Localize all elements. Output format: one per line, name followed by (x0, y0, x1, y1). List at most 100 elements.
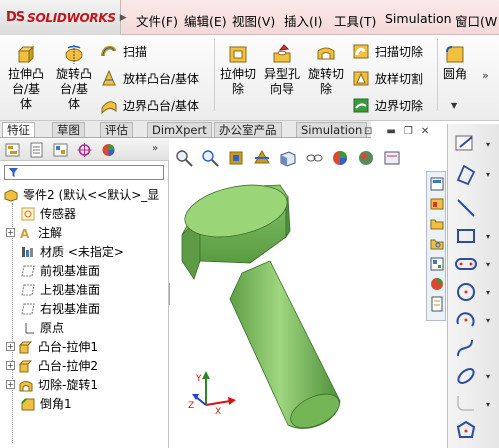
search-folder-icon[interactable] (429, 236, 445, 252)
edit-appearance-icon[interactable] (330, 148, 350, 168)
tree-root-part[interactable]: 零件2 (默认<<默认>_显 (3, 185, 159, 204)
file-explorer-icon[interactable] (429, 216, 445, 232)
tab-dimxpert[interactable]: DimXpert (147, 122, 212, 137)
tab-sketch[interactable]: 草图 (52, 122, 85, 137)
ribbon-separator (214, 39, 215, 111)
circle-icon[interactable] (452, 280, 482, 304)
tree-item-boss-extrude2[interactable]: + 凸台-拉伸2 (6, 356, 98, 375)
property-manager-icon[interactable] (28, 142, 45, 158)
menu-insert[interactable]: 插入(I) (284, 11, 322, 30)
tree-item-label: 倒角1 (40, 397, 72, 411)
sweep-cut-icon (353, 44, 369, 59)
boundary-cut-icon (353, 98, 369, 113)
fillet-dropdown-icon[interactable]: ▼ (451, 101, 457, 110)
hole-wizard-icon (273, 44, 291, 63)
appearances-icon[interactable] (429, 276, 445, 292)
ellipse-icon[interactable] (452, 364, 482, 388)
arc-dropdown-icon[interactable]: ▾ (486, 316, 490, 325)
dimension-dropdown-icon[interactable]: ▾ (486, 170, 490, 179)
line-icon[interactable] (452, 196, 482, 220)
view-palette-icon[interactable] (429, 256, 445, 272)
solidworks-logo[interactable]: DS SOLIDWORKS ▶ (0, 0, 127, 35)
tree-item-annotations[interactable]: + A 注解 (6, 223, 62, 242)
feature-tree-icon[interactable] (4, 142, 21, 158)
doc-restore-small-icon[interactable]: ⊡ (364, 126, 372, 137)
previous-view-icon[interactable] (226, 148, 246, 168)
display-manager-icon[interactable] (100, 142, 117, 158)
slot-dropdown-icon[interactable]: ▾ (486, 260, 490, 269)
polygon-icon[interactable] (452, 418, 482, 442)
sweep-label: 扫描 (123, 44, 148, 59)
tree-item-chamfer1[interactable]: 倒角1 (20, 394, 72, 413)
revolve-cut-button[interactable]: 旋转切除 (306, 43, 346, 97)
tree-filter-input[interactable] (4, 165, 164, 180)
display-style-icon[interactable] (304, 148, 324, 168)
menu-window[interactable]: 窗口(W (455, 11, 497, 30)
document-window-controls: ⊡ ▬ ❐ ✕ (364, 124, 444, 138)
configuration-manager-icon[interactable] (52, 142, 69, 158)
app-name: SOLIDWORKS (27, 10, 116, 25)
expand-plus-icon[interactable]: + (6, 361, 15, 370)
ellipse-dropdown-icon[interactable]: ▾ (486, 372, 490, 381)
tree-item-boss-extrude1[interactable]: + 凸台-拉伸1 (6, 337, 98, 356)
menu-file[interactable]: 文件(F) (136, 11, 178, 30)
revolve-boss-button[interactable]: 旋转凸台/基体 (54, 43, 94, 112)
view-settings-icon[interactable] (382, 148, 402, 168)
loft-boss-button[interactable]: 放样凸台/基体 (100, 69, 199, 87)
extrude-boss-button[interactable]: 拉伸凸台/基体 (6, 43, 46, 112)
expand-plus-icon[interactable]: + (6, 228, 15, 237)
sketch-icon[interactable] (452, 132, 482, 156)
spline-icon[interactable] (452, 336, 482, 360)
doc-minimize-icon[interactable]: ▬ (386, 126, 395, 137)
tree-item-label: 凸台-拉伸2 (38, 359, 98, 373)
tree-item-cut-revolve1[interactable]: + 切除-旋转1 (6, 375, 98, 394)
menu-simulation[interactable]: Simulation (385, 11, 452, 26)
view-orientation-icon[interactable] (278, 148, 298, 168)
custom-properties-icon[interactable] (429, 296, 445, 312)
boundary-boss-button[interactable]: 边界凸台/基体 (100, 96, 199, 114)
rectangle-dropdown-icon[interactable]: ▾ (486, 232, 490, 241)
boundary-cut-button[interactable]: 边界切除 (352, 96, 423, 114)
rectangle-icon[interactable] (452, 224, 482, 248)
panel-expand-icon[interactable]: » (152, 143, 158, 154)
extrude-cut-button[interactable]: 拉伸切除 (218, 43, 258, 97)
tree-item-sensors[interactable]: 传感器 (20, 204, 76, 223)
arc-icon[interactable] (452, 308, 482, 332)
sweep-button[interactable]: 扫描 (100, 42, 147, 60)
tree-item-origin[interactable]: 原点 (20, 318, 64, 337)
sketch-fillet-dropdown-icon[interactable]: ▾ (486, 400, 490, 409)
sweep-cut-button[interactable]: 扫描切除 (352, 42, 423, 60)
zoom-to-area-icon[interactable] (200, 148, 220, 168)
menu-tools[interactable]: 工具(T) (334, 11, 376, 30)
doc-restore-icon[interactable]: ❐ (404, 126, 413, 137)
graphics-area[interactable]: Y X Z (170, 139, 426, 448)
design-library-icon[interactable] (429, 196, 445, 212)
expand-plus-icon[interactable]: + (6, 380, 15, 389)
expand-plus-icon[interactable]: + (6, 342, 15, 351)
tree-item-front-plane[interactable]: 前视基准面 (20, 261, 100, 280)
tab-features[interactable]: 特征 (2, 122, 35, 137)
tab-evaluate[interactable]: 评估 (100, 122, 133, 137)
tab-simulation[interactable]: Simulation (296, 122, 368, 137)
menu-view[interactable]: 视图(V) (232, 11, 275, 30)
zoom-to-fit-icon[interactable] (174, 148, 194, 168)
tree-item-material[interactable]: 材质 <未指定> (20, 242, 124, 261)
tab-office-products[interactable]: 办公室产品 (214, 122, 282, 137)
section-view-icon[interactable] (252, 148, 272, 168)
slot-icon[interactable] (452, 252, 482, 276)
menu-edit[interactable]: 编辑(E) (184, 11, 227, 30)
sketch-fillet-icon[interactable] (452, 392, 482, 416)
ribbon-expand-icon[interactable]: » (482, 69, 489, 82)
fillet-button[interactable]: 圆角 (441, 43, 469, 82)
loft-cut-button[interactable]: 放样切割 (352, 69, 423, 87)
dimxpert-manager-icon[interactable] (76, 142, 93, 158)
tree-item-top-plane[interactable]: 上视基准面 (20, 280, 100, 299)
tree-item-right-plane[interactable]: 右视基准面 (20, 299, 100, 318)
sketch-dropdown-icon[interactable]: ▾ (486, 140, 490, 149)
apply-scene-icon[interactable] (356, 148, 376, 168)
solidworks-resources-icon[interactable] (429, 176, 445, 192)
circle-dropdown-icon[interactable]: ▾ (486, 288, 490, 297)
hole-wizard-button[interactable]: 异型孔向导 (262, 43, 302, 97)
smart-dimension-icon[interactable] (452, 162, 482, 186)
doc-close-icon[interactable]: ✕ (421, 126, 429, 137)
